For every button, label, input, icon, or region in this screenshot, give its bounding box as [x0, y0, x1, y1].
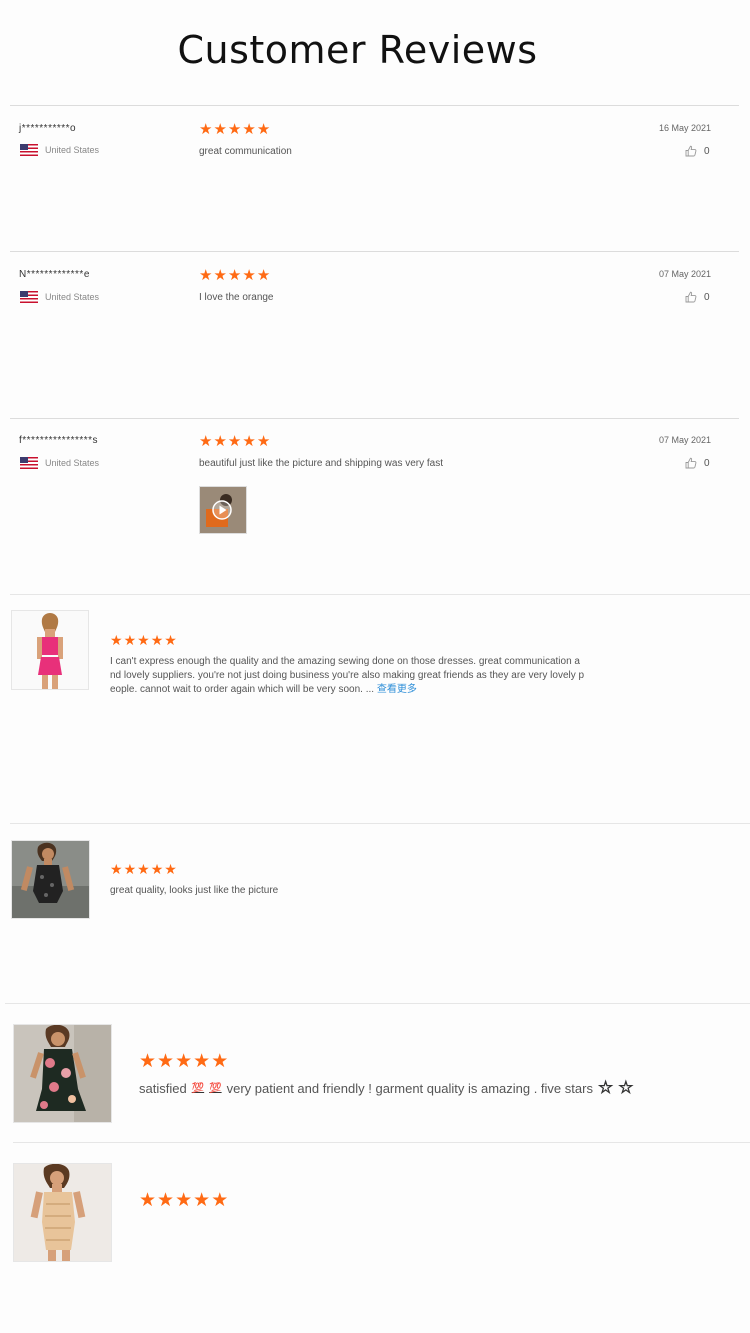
product-photo[interactable] — [11, 610, 89, 690]
star-icon: ★ — [256, 121, 271, 138]
product-photo[interactable] — [13, 1163, 112, 1262]
star-icon: ★ — [123, 861, 137, 877]
us-flag-icon — [20, 143, 38, 156]
star-emoji-icon: ☆ — [597, 1078, 614, 1098]
hundred-points-icon: 💯 — [191, 1082, 205, 1094]
star-icon: ★ — [213, 267, 227, 284]
star-icon: ★ — [193, 1051, 211, 1072]
star-icon: ★ — [150, 861, 164, 877]
star-icon: ★ — [157, 1190, 175, 1211]
star-icon: ★ — [137, 632, 150, 648]
star-rating: ★ ★ ★ ★ ★ — [199, 434, 270, 449]
star-icon: ★ — [175, 1190, 193, 1211]
divider — [5, 1003, 750, 1004]
us-flag-icon — [20, 290, 38, 303]
reviewer-name: f****************s — [19, 435, 99, 446]
star-icon: ★ — [137, 861, 150, 877]
star-rating: ★ ★ ★ ★ ★ — [139, 1052, 228, 1071]
like-count: 0 — [704, 457, 710, 469]
star-rating: ★ ★ ★ ★ ★ — [199, 268, 270, 283]
product-photo[interactable] — [11, 840, 90, 919]
like-count: 0 — [704, 145, 710, 157]
divider — [10, 823, 750, 824]
star-icon: ★ — [110, 632, 123, 648]
star-icon: ★ — [199, 121, 213, 138]
star-icon: ★ — [227, 121, 242, 138]
product-photo[interactable] — [13, 1024, 112, 1123]
star-icon: ★ — [227, 267, 242, 284]
review-date: 16 May 2021 — [658, 123, 711, 133]
star-icon: ★ — [242, 433, 256, 450]
star-icon: ★ — [213, 121, 227, 138]
see-more-link[interactable]: 查看更多 — [377, 684, 417, 695]
like-button[interactable]: 0 — [685, 457, 710, 469]
star-icon: ★ — [164, 861, 177, 877]
star-icon: ★ — [211, 1190, 229, 1211]
us-flag-icon — [20, 456, 38, 469]
like-button[interactable]: 0 — [685, 291, 710, 303]
review-text: I love the orange — [199, 292, 274, 303]
reviewer-country: United States — [20, 141, 99, 159]
review-text: great quality, looks just like the pictu… — [110, 885, 279, 896]
divider — [10, 251, 739, 252]
star-icon: ★ — [227, 433, 242, 450]
star-rating: ★ ★ ★ ★ ★ — [199, 122, 270, 137]
review-text: great communication — [199, 146, 292, 157]
reviewer-name: N*************e — [19, 269, 90, 280]
star-emoji-icon: ☆ — [618, 1078, 634, 1098]
star-icon: ★ — [157, 1051, 175, 1072]
star-rating: ★ ★ ★ ★ ★ — [110, 862, 177, 876]
star-icon: ★ — [164, 632, 177, 648]
like-count: 0 — [704, 291, 710, 303]
divider — [10, 105, 739, 106]
video-play-icon — [200, 487, 246, 533]
star-icon: ★ — [110, 861, 123, 877]
review-date: 07 May 2021 — [658, 269, 711, 279]
review-text: beautiful just like the picture and ship… — [199, 458, 444, 469]
divider — [13, 1142, 750, 1143]
star-icon: ★ — [199, 433, 213, 450]
hundred-points-icon: 💯 — [209, 1082, 222, 1094]
star-rating: ★ ★ ★ ★ ★ — [139, 1191, 228, 1210]
review-text: satisfied 💯 💯 very patient and friendly … — [139, 1078, 634, 1098]
star-icon: ★ — [213, 433, 227, 450]
star-icon: ★ — [256, 267, 271, 284]
review-text: I can't express enough the quality and t… — [110, 656, 585, 695]
star-icon: ★ — [175, 1051, 193, 1072]
page-title: Customer Reviews — [177, 28, 538, 72]
reviewer-country: United States — [20, 288, 99, 306]
star-icon: ★ — [211, 1051, 229, 1072]
star-icon: ★ — [242, 121, 256, 138]
thumbs-up-icon — [685, 145, 697, 157]
star-icon: ★ — [199, 267, 213, 284]
star-icon: ★ — [256, 433, 271, 450]
star-icon: ★ — [139, 1190, 157, 1211]
reviewer-name: j***********o — [19, 123, 77, 134]
review-date: 07 May 2021 — [658, 435, 711, 445]
star-icon: ★ — [242, 267, 256, 284]
divider — [10, 418, 739, 419]
star-icon: ★ — [139, 1051, 157, 1072]
star-icon: ★ — [123, 632, 137, 648]
star-icon: ★ — [193, 1190, 211, 1211]
like-button[interactable]: 0 — [685, 145, 710, 157]
reviewer-country: United States — [20, 454, 99, 472]
divider — [10, 594, 750, 595]
thumbs-up-icon — [685, 457, 697, 469]
star-rating: ★ ★ ★ ★ ★ — [110, 633, 177, 647]
review-video-thumbnail[interactable] — [199, 486, 247, 534]
star-icon: ★ — [150, 632, 164, 648]
thumbs-up-icon — [685, 291, 697, 303]
